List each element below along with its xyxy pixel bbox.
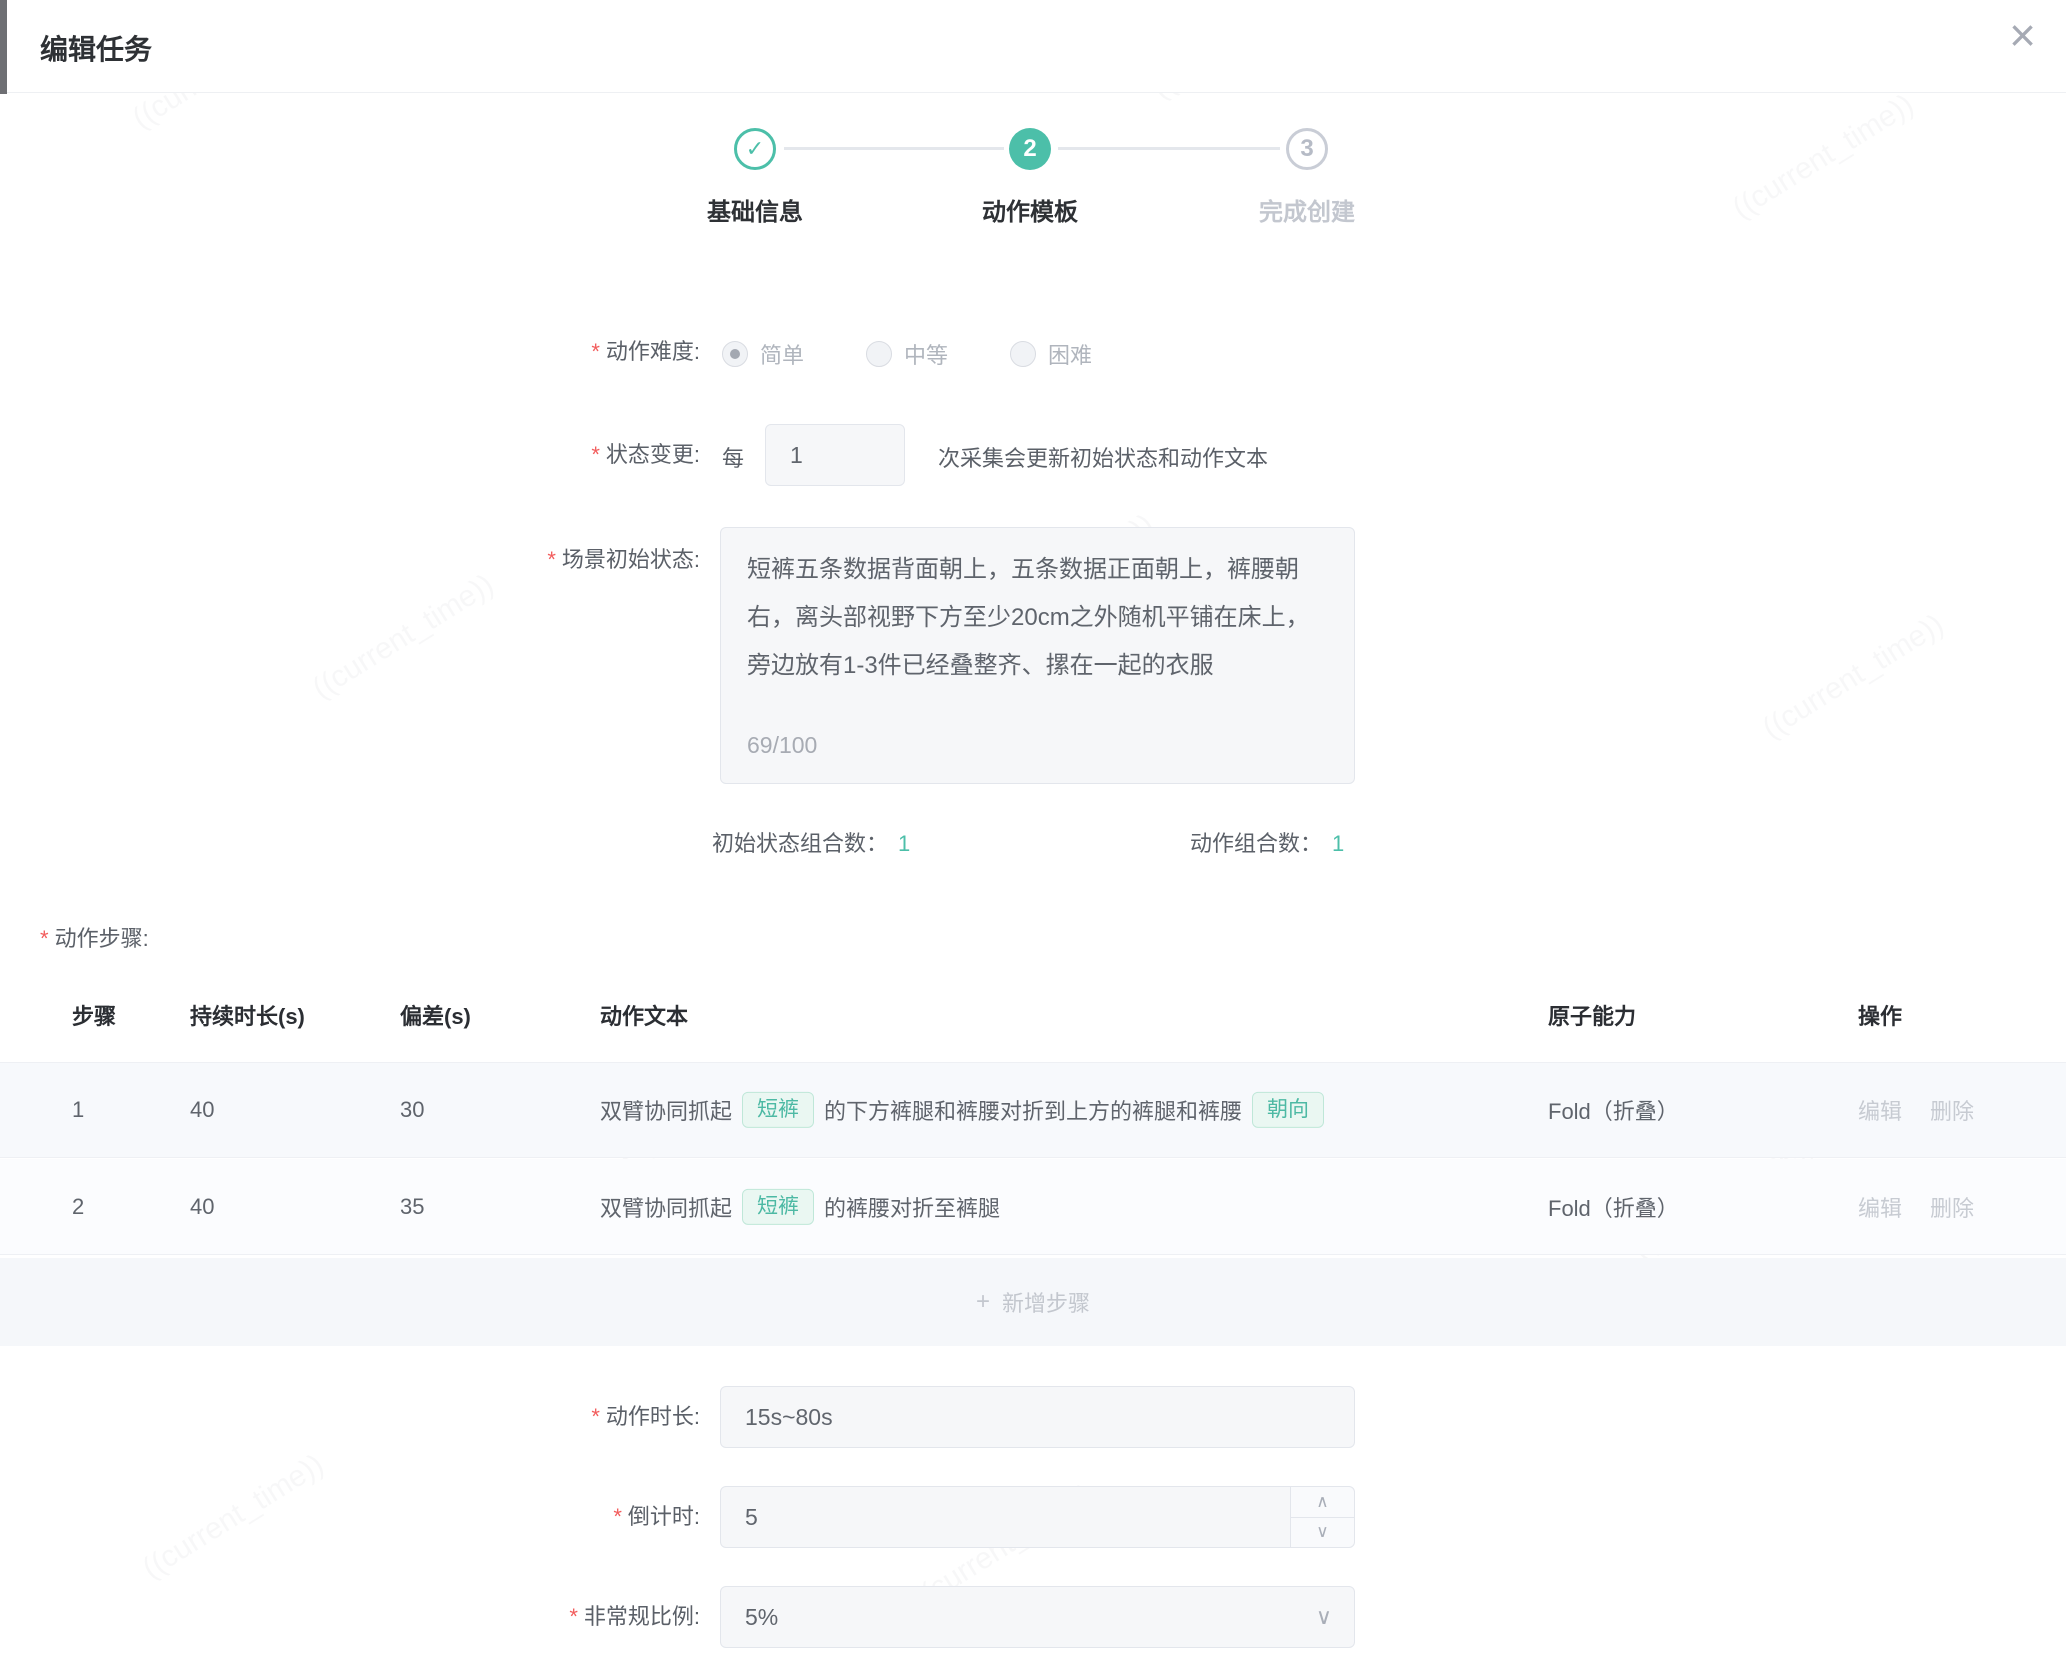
delete-link[interactable]: 删除	[1930, 1191, 1974, 1223]
cell-step: 1	[72, 1097, 84, 1123]
watermark: ((current_time))	[137, 1448, 330, 1586]
required-asterisk: *	[613, 1504, 622, 1529]
unusual-ratio-value: 5%	[745, 1604, 778, 1631]
radio-circle	[1010, 341, 1036, 367]
difficulty-radio-group: 简单 中等 困难	[722, 338, 1154, 370]
spinner-up-icon[interactable]: ∧	[1291, 1487, 1354, 1518]
chevron-down-icon: ∨	[1316, 1604, 1332, 1630]
add-step-label: 新增步骤	[1002, 1286, 1090, 1318]
difficulty-label: *动作难度:	[330, 338, 700, 366]
stepper-connector	[784, 147, 1004, 150]
col-header-deviation: 偏差(s)	[400, 999, 471, 1031]
countdown-input[interactable]: 5 ∧ ∨	[720, 1486, 1355, 1548]
plus-icon: +	[976, 1288, 990, 1316]
initial-state-label: *场景初始状态:	[330, 546, 700, 574]
cell-deviation: 30	[400, 1097, 424, 1123]
radio-medium[interactable]: 中等	[866, 338, 948, 370]
radio-circle	[866, 341, 892, 367]
step-1-label: 基础信息	[707, 192, 803, 227]
step-3-circle-pending: 3	[1286, 128, 1328, 170]
radio-label: 困难	[1048, 338, 1092, 370]
state-change-prefix: 每	[722, 441, 744, 473]
steps-table-header: 步骤 持续时长(s) 偏差(s) 动作文本 原子能力 操作	[0, 985, 2066, 1043]
action-combo-count: 动作组合数：1	[1190, 826, 1344, 858]
cell-action-text: 双臂协同抓起短裤的下方裤腿和裤腰对折到上方的裤腿和裤腰朝向	[600, 1092, 1334, 1128]
required-asterisk: *	[591, 442, 600, 467]
step-3-label: 完成创建	[1259, 192, 1355, 227]
initial-combo-count: 初始状态组合数：1	[712, 826, 910, 858]
table-row: 1 40 30 双臂协同抓起短裤的下方裤腿和裤腰对折到上方的裤腿和裤腰朝向 Fo…	[0, 1062, 2066, 1158]
page-title: 编辑任务	[40, 28, 152, 68]
col-header-operations: 操作	[1858, 999, 1902, 1031]
edit-task-dialog: ((current_time)) ((current_time)) ((curr…	[0, 0, 2066, 1660]
add-step-button[interactable]: + 新增步骤	[0, 1258, 2066, 1346]
col-header-step: 步骤	[72, 999, 116, 1031]
cell-deviation: 35	[400, 1194, 424, 1220]
required-asterisk: *	[591, 1404, 600, 1429]
close-icon[interactable]: ×	[2009, 12, 2036, 58]
step-2-circle-active: 2	[1009, 128, 1051, 170]
cell-ability: Fold（折叠）	[1548, 1094, 1679, 1126]
table-row: 2 40 35 双臂协同抓起短裤的裤腰对折至裤腿 Fold（折叠） 编辑 删除	[0, 1159, 2066, 1255]
stepper-connector	[1058, 147, 1280, 150]
radio-easy[interactable]: 简单	[722, 338, 804, 370]
col-header-ability: 原子能力	[1548, 999, 1636, 1031]
edit-link[interactable]: 编辑	[1858, 1191, 1902, 1223]
unusual-ratio-label: *非常规比例:	[330, 1603, 700, 1631]
unusual-ratio-select[interactable]: 5% ∨	[720, 1586, 1355, 1648]
watermark: ((current_time))	[307, 568, 500, 706]
cell-step: 2	[72, 1194, 84, 1220]
state-change-label: *状态变更:	[330, 441, 700, 469]
watermark: ((current_time))	[1727, 88, 1920, 226]
action-combo-value: 1	[1332, 831, 1344, 856]
number-spinner: ∧ ∨	[1290, 1487, 1354, 1547]
cell-duration: 40	[190, 1194, 214, 1220]
required-asterisk: *	[569, 1604, 578, 1629]
cell-ability: Fold（折叠）	[1548, 1191, 1679, 1223]
spinner-down-icon[interactable]: ∨	[1291, 1518, 1354, 1548]
dialog-header: 编辑任务 ×	[0, 0, 2066, 93]
action-duration-input[interactable]: 15s~80s	[720, 1386, 1355, 1448]
countdown-label: *倒计时:	[330, 1503, 700, 1531]
orientation-tag: 朝向	[1252, 1092, 1324, 1128]
check-icon: ✓	[746, 136, 764, 162]
cell-action-text: 双臂协同抓起短裤的裤腰对折至裤腿	[600, 1188, 1000, 1224]
object-tag: 短裤	[742, 1092, 814, 1128]
radio-label: 简单	[760, 338, 804, 370]
object-tag: 短裤	[742, 1188, 814, 1224]
action-duration-label: *动作时长:	[330, 1403, 700, 1431]
char-counter: 69/100	[747, 721, 817, 769]
step-1-circle-done: ✓	[734, 128, 776, 170]
watermark: ((current_time))	[1757, 608, 1950, 746]
initial-state-text: 短裤五条数据背面朝上，五条数据正面朝上，裤腰朝右，离头部视野下方至少20cm之外…	[747, 556, 1310, 679]
cell-operations: 编辑 删除	[1858, 1094, 1974, 1126]
radio-circle-selected	[722, 341, 748, 367]
col-header-duration: 持续时长(s)	[190, 999, 305, 1031]
radio-hard[interactable]: 困难	[1010, 338, 1092, 370]
state-change-input[interactable]: 1	[765, 424, 905, 486]
edit-link[interactable]: 编辑	[1858, 1094, 1902, 1126]
required-asterisk: *	[547, 547, 556, 572]
initial-state-textarea[interactable]: 短裤五条数据背面朝上，五条数据正面朝上，裤腰朝右，离头部视野下方至少20cm之外…	[720, 527, 1355, 784]
state-change-suffix: 次采集会更新初始状态和动作文本	[938, 441, 1268, 473]
radio-label: 中等	[904, 338, 948, 370]
step-2-label: 动作模板	[982, 192, 1078, 227]
initial-combo-value: 1	[898, 831, 910, 856]
action-steps-label: *动作步骤:	[40, 921, 149, 953]
window-edge	[0, 0, 7, 94]
required-asterisk: *	[40, 926, 49, 951]
col-header-text: 动作文本	[600, 999, 688, 1031]
delete-link[interactable]: 删除	[1930, 1094, 1974, 1126]
countdown-value: 5	[745, 1504, 758, 1531]
required-asterisk: *	[591, 339, 600, 364]
cell-duration: 40	[190, 1097, 214, 1123]
cell-operations: 编辑 删除	[1858, 1191, 1974, 1223]
